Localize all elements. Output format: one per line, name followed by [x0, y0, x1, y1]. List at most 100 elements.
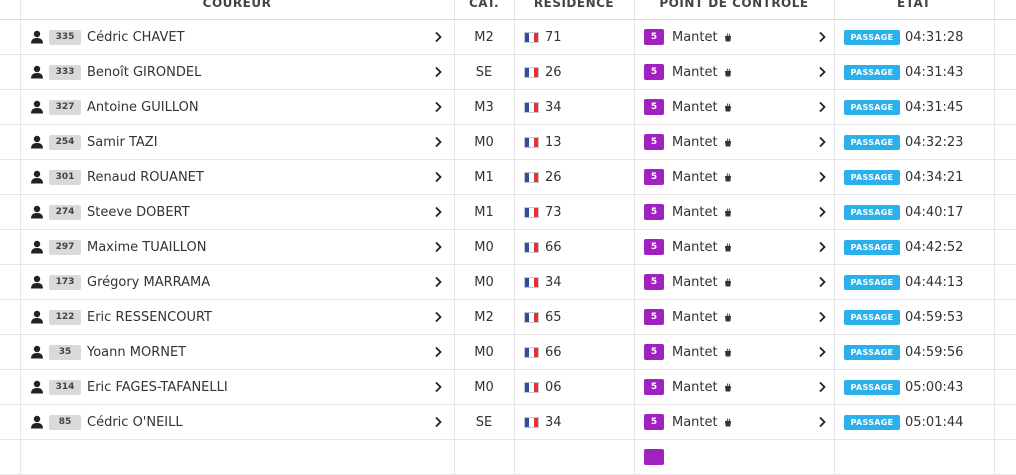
runner-name[interactable]: Cédric O'NEILL: [87, 415, 183, 430]
chevron-right-icon[interactable]: [817, 381, 827, 393]
runner-name[interactable]: Eric RESSENCOURT: [87, 310, 212, 325]
checkpoint-cell[interactable]: [634, 440, 834, 474]
checkpoint-cell[interactable]: 5 Mantet: [634, 160, 834, 194]
runner-name[interactable]: Renaud ROUANET: [87, 170, 204, 185]
runner-cell[interactable]: 301 Renaud ROUANET: [20, 160, 450, 194]
category-cell: SE: [475, 64, 493, 80]
chevron-right-icon[interactable]: [817, 171, 827, 183]
header-checkpoint[interactable]: POINT DE CONTRÔLE: [634, 0, 834, 19]
runner-cell[interactable]: 122 Eric RESSENCOURT: [20, 300, 450, 334]
category-cell: M1: [474, 204, 494, 220]
runner-cell[interactable]: 333 Benoît GIRONDEL: [20, 55, 450, 89]
checkpoint-cell[interactable]: 5 Mantet: [634, 90, 834, 124]
table-row[interactable]: [0, 440, 1016, 475]
runner-cell[interactable]: 35 Yoann MORNET: [20, 335, 450, 369]
checkpoint-cell[interactable]: 5 Mantet: [634, 405, 834, 439]
chevron-right-icon[interactable]: [817, 206, 827, 218]
user-icon: [31, 205, 43, 219]
header-state[interactable]: ÉTAT: [834, 0, 994, 19]
runner-name[interactable]: Steeve DOBERT: [87, 205, 190, 220]
runner-cell[interactable]: [20, 440, 450, 474]
passage-time: 04:31:45: [905, 99, 964, 115]
header-runner[interactable]: COUREUR: [20, 0, 454, 19]
bib-number: 335: [49, 29, 81, 45]
chevron-right-icon[interactable]: [817, 346, 827, 358]
department-number: 34: [545, 414, 562, 430]
table-row[interactable]: 333 Benoît GIRONDEL SE 26 5 Mantet PASSA…: [0, 55, 1016, 90]
header-residence[interactable]: RÉSIDENCE: [514, 0, 634, 19]
chevron-right-icon[interactable]: [433, 241, 443, 253]
runner-name[interactable]: Eric FAGES-TAFANELLI: [87, 380, 228, 395]
header-category[interactable]: CAT.: [454, 0, 514, 19]
chevron-right-icon[interactable]: [817, 31, 827, 43]
chevron-right-icon[interactable]: [817, 416, 827, 428]
checkpoint-cell[interactable]: 5 Mantet: [634, 125, 834, 159]
chevron-right-icon[interactable]: [817, 276, 827, 288]
checkpoint-cell[interactable]: 5 Mantet: [634, 300, 834, 334]
checkpoint-cell[interactable]: 5 Mantet: [634, 20, 834, 54]
table-row[interactable]: 254 Samir TAZI M0 13 5 Mantet PASSAGE 04…: [0, 125, 1016, 160]
checkpoint-number: 5: [644, 169, 664, 185]
runner-name[interactable]: Samir TAZI: [87, 135, 158, 150]
runner-cell[interactable]: 314 Eric FAGES-TAFANELLI: [20, 370, 450, 404]
checkpoint-cell[interactable]: 5 Mantet: [634, 55, 834, 89]
chevron-right-icon[interactable]: [817, 66, 827, 78]
category-cell: SE: [475, 414, 493, 430]
passage-time: 04:59:53: [905, 309, 964, 325]
table-row[interactable]: 327 Antoine GUILLON M3 34 5 Mantet PASSA…: [0, 90, 1016, 125]
runner-cell[interactable]: 274 Steeve DOBERT: [20, 195, 450, 229]
chevron-right-icon[interactable]: [433, 381, 443, 393]
checkpoint-cell[interactable]: 5 Mantet: [634, 265, 834, 299]
table-row[interactable]: 35 Yoann MORNET M0 66 5 Mantet PASSAGE 0…: [0, 335, 1016, 370]
runner-cell[interactable]: 327 Antoine GUILLON: [20, 90, 450, 124]
runner-name[interactable]: Antoine GUILLON: [87, 100, 199, 115]
table-row[interactable]: 297 Maxime TUAILLON M0 66 5 Mantet PASSA…: [0, 230, 1016, 265]
french-flag-icon: [524, 311, 539, 323]
table-row[interactable]: 122 Eric RESSENCOURT M2 65 5 Mantet PASS…: [0, 300, 1016, 335]
runner-cell[interactable]: 254 Samir TAZI: [20, 125, 450, 159]
chevron-right-icon[interactable]: [433, 66, 443, 78]
checkpoint-cell[interactable]: 5 Mantet: [634, 195, 834, 229]
chevron-right-icon[interactable]: [433, 206, 443, 218]
user-icon: [31, 380, 43, 394]
runner-cell[interactable]: 173 Grégory MARRAMA: [20, 265, 450, 299]
french-flag-icon: [524, 241, 539, 253]
checkpoint-cell[interactable]: 5 Mantet: [634, 230, 834, 264]
french-flag-icon: [524, 381, 539, 393]
checkpoint-number: 5: [644, 239, 664, 255]
table-row[interactable]: 173 Grégory MARRAMA M0 34 5 Mantet PASSA…: [0, 265, 1016, 300]
passage-time: 04:32:23: [905, 134, 964, 150]
runner-cell[interactable]: 335 Cédric CHAVET: [20, 20, 450, 54]
runner-cell[interactable]: 85 Cédric O'NEILL: [20, 405, 450, 439]
table-row[interactable]: 314 Eric FAGES-TAFANELLI M0 06 5 Mantet: [0, 370, 1016, 405]
table-row[interactable]: 85 Cédric O'NEILL SE 34 5 Mantet PASSAGE…: [0, 405, 1016, 440]
runner-cell[interactable]: 297 Maxime TUAILLON: [20, 230, 450, 264]
chevron-right-icon[interactable]: [817, 136, 827, 148]
chevron-right-icon[interactable]: [433, 171, 443, 183]
table-row[interactable]: 335 Cédric CHAVET M2 71 5 Mantet PASSAGE…: [0, 20, 1016, 55]
runner-name[interactable]: Maxime TUAILLON: [87, 240, 206, 255]
chevron-right-icon[interactable]: [817, 101, 827, 113]
chevron-right-icon[interactable]: [817, 311, 827, 323]
checkpoint-name: Mantet: [672, 204, 718, 220]
passage-time: 05:01:44: [905, 414, 964, 430]
chevron-right-icon[interactable]: [433, 136, 443, 148]
chevron-right-icon[interactable]: [433, 31, 443, 43]
state-cell: PASSAGE 04:59:53: [834, 300, 994, 334]
runner-name[interactable]: Grégory MARRAMA: [87, 275, 210, 290]
passage-time: 04:40:17: [905, 204, 964, 220]
table-row[interactable]: 274 Steeve DOBERT M1 73 5 Mantet PASSAGE…: [0, 195, 1016, 230]
table-row[interactable]: 301 Renaud ROUANET M1 26 5 Mantet PASSAG…: [0, 160, 1016, 195]
chevron-right-icon[interactable]: [817, 241, 827, 253]
chevron-right-icon[interactable]: [433, 276, 443, 288]
checkpoint-cell[interactable]: 5 Mantet: [634, 370, 834, 404]
runner-name[interactable]: Yoann MORNET: [87, 345, 186, 360]
chevron-right-icon[interactable]: [433, 346, 443, 358]
chevron-right-icon[interactable]: [433, 416, 443, 428]
chevron-right-icon[interactable]: [433, 101, 443, 113]
runner-name[interactable]: Benoît GIRONDEL: [87, 65, 201, 80]
chevron-right-icon[interactable]: [433, 311, 443, 323]
checkpoint-cell[interactable]: 5 Mantet: [634, 335, 834, 369]
runner-name[interactable]: Cédric CHAVET: [87, 30, 185, 45]
passage-time: 04:31:43: [905, 64, 964, 80]
